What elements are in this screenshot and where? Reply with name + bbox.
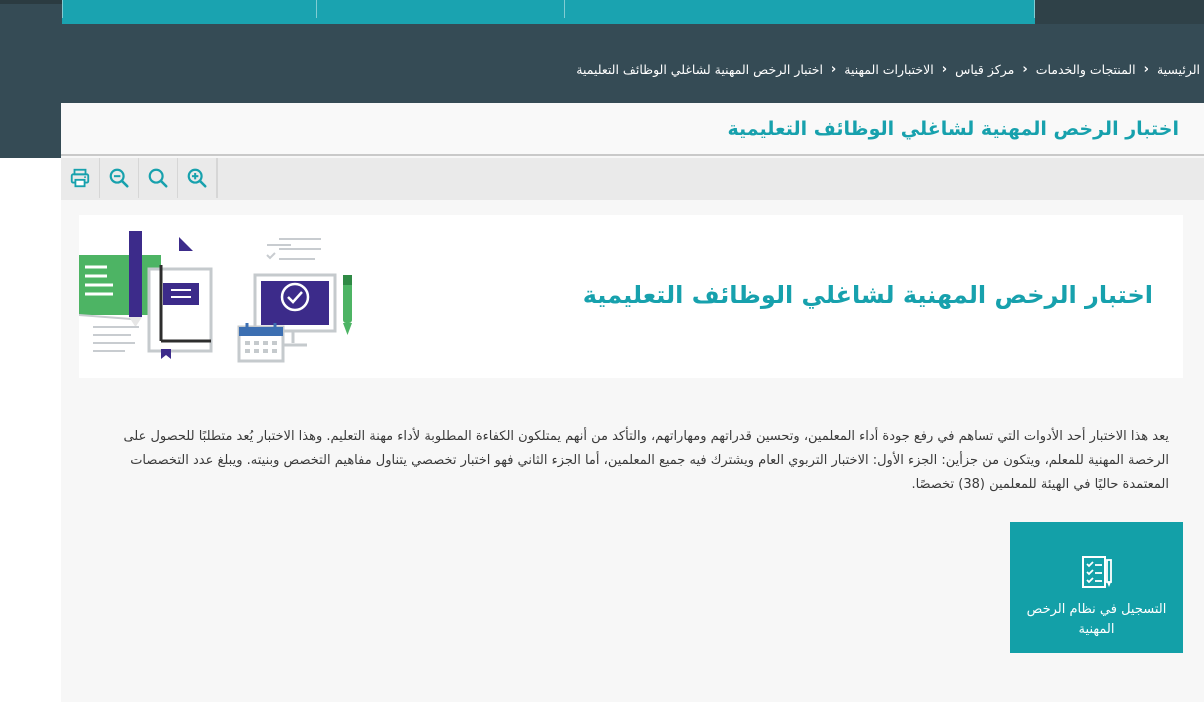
top-nav-item-4[interactable] <box>564 0 827 18</box>
breadcrumb-separator: ‹ <box>941 62 948 77</box>
breadcrumb-separator: ‹ <box>830 62 837 77</box>
main-panel: اختبار الرخص المهنية لشاغلي الوظائف التع… <box>61 103 1204 702</box>
top-nav-item-3[interactable] <box>316 0 564 18</box>
breadcrumb-products-services[interactable]: المنتجات والخدمات <box>1036 62 1136 77</box>
print-icon <box>70 168 90 188</box>
breadcrumb-separator: ‹ <box>1022 62 1028 77</box>
top-nav-item-5[interactable] <box>827 0 1035 18</box>
breadcrumb-professional-tests[interactable]: الاختبارات المهنية <box>844 62 933 77</box>
checklist-pen-icon <box>1081 556 1112 588</box>
zoom-reset-button[interactable] <box>139 158 178 198</box>
zoom-in-icon <box>187 168 207 188</box>
top-nav-end <box>1035 0 1204 24</box>
education-illustration <box>79 231 352 363</box>
banner-heading: اختبار الرخص المهنية لشاغلي الوظائف التع… <box>582 281 1153 309</box>
register-label: التسجيل في نظام الرخص المهنية <box>1026 602 1167 637</box>
zoom-in-button[interactable] <box>178 158 217 198</box>
zoom-out-icon <box>109 168 129 188</box>
breadcrumb-separator: ‹ <box>1143 62 1149 77</box>
test-description: يعد هذا الاختبار أحد الأدوات التي تساهم … <box>123 429 1169 492</box>
breadcrumb-qiyas-center[interactable]: مركز قياس <box>955 62 1014 77</box>
page-title-bar: اختبار الرخص المهنية لشاغلي الوظائف التع… <box>61 103 1204 156</box>
top-nav-item-2[interactable] <box>62 0 316 18</box>
search-icon <box>148 168 168 188</box>
top-nav <box>62 0 1035 24</box>
breadcrumb: الرئيسية ‹ المنتجات والخدمات ‹ مركز قياس… <box>576 62 1200 77</box>
print-button[interactable] <box>61 158 100 198</box>
zoom-out-button[interactable] <box>100 158 139 198</box>
breadcrumb-current: اختبار الرخص المهنية لشاغلي الوظائف التع… <box>576 62 823 77</box>
breadcrumb-home[interactable]: الرئيسية <box>1157 62 1200 77</box>
hero-banner: اختبار الرخص المهنية لشاغلي الوظائف التع… <box>79 215 1183 378</box>
toolbar-divider <box>217 158 218 198</box>
toolbar <box>61 158 1204 200</box>
page-title: اختبار الرخص المهنية لشاغلي الوظائف التع… <box>727 118 1179 140</box>
register-button[interactable]: التسجيل في نظام الرخص المهنية <box>1010 522 1183 653</box>
